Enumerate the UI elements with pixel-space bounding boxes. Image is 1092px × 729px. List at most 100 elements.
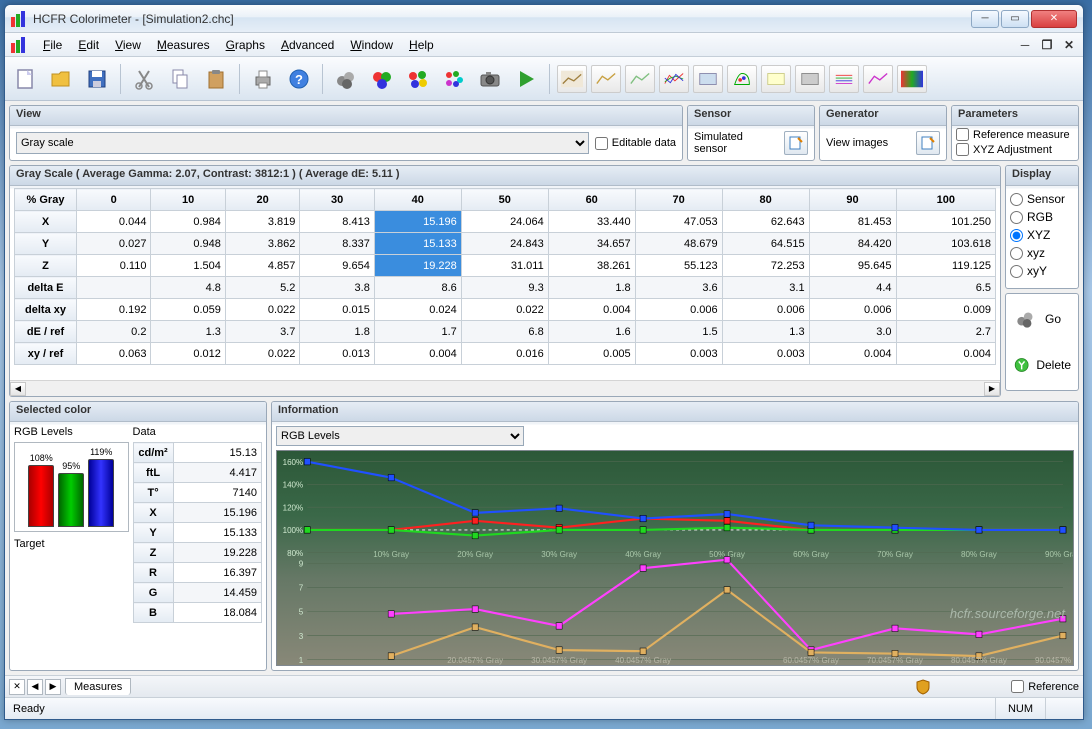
mdi-close[interactable]: ✕ (1061, 37, 1077, 53)
svg-text:90.0457% Gray: 90.0457% Gray (1035, 655, 1073, 665)
svg-text:80.0457% Gray: 80.0457% Gray (951, 655, 1008, 665)
svg-text:3: 3 (299, 631, 304, 641)
svg-text:70.0457% Gray: 70.0457% Gray (867, 655, 924, 665)
scroll-left[interactable]: ◀ (10, 382, 26, 396)
xyz-adjustment-checkbox[interactable]: XYZ Adjustment (956, 143, 1052, 156)
action-panel: Go Delete (1005, 293, 1079, 391)
new-button[interactable] (9, 63, 41, 95)
tab-nav-close[interactable]: ✕ (9, 679, 25, 695)
target-label: Target (14, 538, 129, 550)
svg-text:?: ? (295, 72, 303, 87)
rgb-levels-chart: 80%100%120%140%160%1357910% Gray20% Gray… (276, 450, 1074, 666)
chart-button-11[interactable] (897, 65, 927, 93)
selected-color-title: Selected color (10, 402, 266, 422)
data-table: cd/m²15.13ftL4.417T°7140X15.196Y15.133Z1… (133, 442, 262, 623)
sensor-config-button[interactable] (784, 131, 808, 155)
display-title: Display (1006, 166, 1078, 186)
chart-button-3[interactable] (625, 65, 655, 93)
grid-scroll[interactable]: % Gray0102030405060708090100X0.0440.9843… (10, 186, 1000, 380)
reference-checkbox[interactable]: Reference (1011, 680, 1079, 693)
information-title: Information (272, 402, 1078, 422)
cut-button[interactable] (128, 63, 160, 95)
svg-text:60% Gray: 60% Gray (793, 549, 830, 559)
chart-button-6[interactable] (727, 65, 757, 93)
maximize-button[interactable]: ▭ (1001, 10, 1029, 28)
help-button[interactable]: ? (283, 63, 315, 95)
editable-data-checkbox[interactable]: Editable data (595, 137, 676, 150)
mdi-minimize[interactable]: ─ (1017, 37, 1033, 53)
run-button[interactable] (510, 63, 542, 95)
chart-button-5[interactable] (693, 65, 723, 93)
svg-text:7: 7 (299, 582, 304, 592)
display-panel: Display Sensor RGB XYZ xyz xyY (1005, 165, 1079, 289)
parameters-panel: Parameters Reference measure XYZ Adjustm… (951, 105, 1079, 161)
camera-button[interactable] (474, 63, 506, 95)
display-opt-xyY[interactable]: xyY (1010, 264, 1047, 278)
measure-gray-button[interactable] (330, 63, 362, 95)
status-num: NUM (995, 698, 1045, 719)
tabs-row: ✕ ◀ ▶ Measures Reference (5, 675, 1083, 697)
svg-text:40.0457% Gray: 40.0457% Gray (615, 655, 672, 665)
svg-text:10% Gray: 10% Gray (373, 549, 410, 559)
go-button[interactable]: Go (1010, 298, 1074, 340)
measure-all-button[interactable] (438, 63, 470, 95)
tab-nav-next[interactable]: ▶ (45, 679, 61, 695)
menu-view[interactable]: View (107, 35, 149, 55)
print-button[interactable] (247, 63, 279, 95)
menu-edit[interactable]: Edit (70, 35, 107, 55)
chart-button-9[interactable] (829, 65, 859, 93)
view-panel-title: View (10, 106, 682, 126)
parameters-title: Parameters (952, 106, 1078, 126)
measure-primaries-button[interactable] (366, 63, 398, 95)
chart-button-8[interactable] (795, 65, 825, 93)
tab-measures[interactable]: Measures (65, 678, 131, 695)
svg-text:1: 1 (299, 655, 304, 665)
svg-text:30.0457% Gray: 30.0457% Gray (531, 655, 588, 665)
menu-help[interactable]: Help (401, 35, 442, 55)
menu-window[interactable]: Window (342, 35, 401, 55)
information-panel: Information RGB Levels 80%100%120%140%16… (271, 401, 1079, 671)
reference-measure-checkbox[interactable]: Reference measure (956, 128, 1070, 141)
app-icon (11, 11, 27, 27)
close-button[interactable]: ✕ (1031, 10, 1077, 28)
generator-config-button[interactable] (916, 131, 940, 155)
chart-button-10[interactable] (863, 65, 893, 93)
svg-text:20% Gray: 20% Gray (457, 549, 494, 559)
grid-hscrollbar[interactable]: ◀ ▶ (10, 380, 1000, 396)
data-grid[interactable]: % Gray0102030405060708090100X0.0440.9843… (14, 188, 996, 365)
chart-button-2[interactable] (591, 65, 621, 93)
display-opt-XYZ[interactable]: XYZ (1010, 228, 1050, 242)
menu-measures[interactable]: Measures (149, 35, 218, 55)
mdi-restore[interactable]: ❐ (1039, 37, 1055, 53)
open-button[interactable] (45, 63, 77, 95)
chart-button-1[interactable] (557, 65, 587, 93)
titlebar[interactable]: HCFR Colorimeter - [Simulation2.chc] ─ ▭… (5, 5, 1083, 33)
app-icon-small (11, 37, 27, 53)
menu-advanced[interactable]: Advanced (273, 35, 342, 55)
display-opt-Sensor[interactable]: Sensor (1010, 192, 1065, 206)
data-grid-panel: Gray Scale ( Average Gamma: 2.07, Contra… (9, 165, 1001, 397)
copy-button[interactable] (164, 63, 196, 95)
delete-button[interactable]: Delete (1010, 344, 1074, 386)
paste-button[interactable] (200, 63, 232, 95)
menu-graphs[interactable]: Graphs (218, 35, 273, 55)
display-opt-RGB[interactable]: RGB (1010, 210, 1053, 224)
svg-text:20.0457% Gray: 20.0457% Gray (447, 655, 504, 665)
display-opt-xyz[interactable]: xyz (1010, 246, 1045, 260)
chart-button-4[interactable] (659, 65, 689, 93)
measure-secondaries-button[interactable] (402, 63, 434, 95)
selected-color-panel: Selected color RGB Levels 108% 95% 119% … (9, 401, 267, 671)
tab-nav-prev[interactable]: ◀ (27, 679, 43, 695)
minimize-button[interactable]: ─ (971, 10, 999, 28)
green-bar (58, 473, 84, 527)
toolbar: ? (5, 57, 1083, 101)
view-dropdown[interactable]: Gray scale (16, 132, 589, 154)
chart-button-7[interactable] (761, 65, 791, 93)
rgb-bars-chart: 108% 95% 119% (14, 442, 129, 532)
save-button[interactable] (81, 63, 113, 95)
svg-text:40% Gray: 40% Gray (625, 549, 662, 559)
menu-file[interactable]: File (35, 35, 70, 55)
scroll-right[interactable]: ▶ (984, 382, 1000, 396)
info-dropdown[interactable]: RGB Levels (276, 426, 524, 446)
svg-text:100%: 100% (283, 525, 304, 535)
